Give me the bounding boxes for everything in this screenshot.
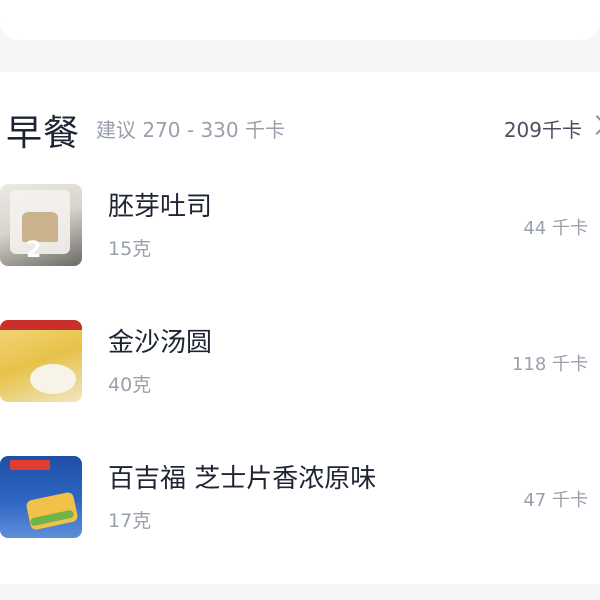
food-name: 金沙汤圆 [108, 328, 213, 358]
food-item-tangyuan[interactable]: 金沙汤圆 40克 118 千卡 [0, 320, 600, 410]
food-item-toast[interactable]: 2 胚芽吐司 15克 44 千卡 [0, 184, 600, 274]
meal-calorie-total: 209千卡 [503, 118, 582, 142]
toast-package-image: 2 [0, 184, 82, 266]
food-name: 百吉福 芝士片香浓原味 [108, 464, 377, 494]
section-divider [0, 584, 600, 600]
food-weight: 15克 [108, 238, 152, 260]
tangyuan-package-image [0, 320, 82, 402]
food-weight: 17克 [108, 510, 152, 532]
meal-calorie-suggestion: 建议 270 - 330 千卡 [96, 118, 285, 142]
meal-title: 早餐 [6, 113, 81, 154]
food-name: 胚芽吐司 [108, 192, 213, 222]
food-item-cheese[interactable]: 百吉福 芝士片香浓原味 17克 47 千卡 [0, 456, 600, 546]
cheese-slice-package-image [0, 456, 82, 538]
chevron-right-icon[interactable] [587, 115, 600, 135]
food-calories: 47 千卡 [523, 490, 588, 511]
breakfast-section: 早餐 建议 270 - 330 千卡 209千卡 2 胚芽吐司 15克 44 千… [0, 72, 600, 584]
food-weight: 40克 [108, 374, 152, 396]
food-calories: 44 千卡 [523, 218, 588, 239]
breakfast-header[interactable]: 早餐 建议 270 - 330 千卡 209千卡 [0, 100, 600, 156]
previous-card [0, 0, 600, 40]
food-calories: 118 千卡 [511, 354, 588, 375]
